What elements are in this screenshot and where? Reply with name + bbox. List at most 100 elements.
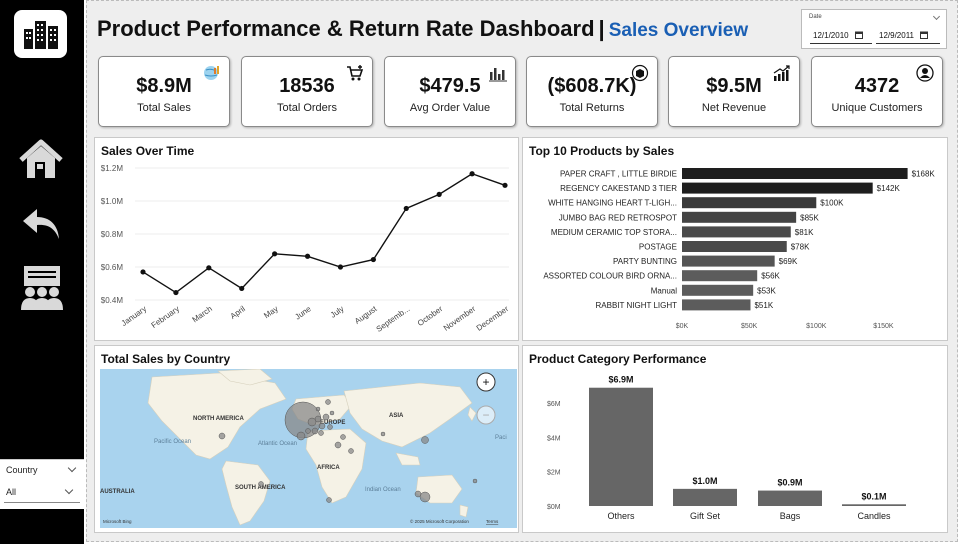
slicer-selected-value[interactable]: All (6, 487, 16, 497)
category-label: Bags (780, 511, 801, 521)
y-tick-label: $4M (547, 435, 561, 442)
data-point (436, 191, 442, 197)
team-presentation-icon (21, 266, 63, 310)
data-point (239, 285, 245, 292)
product-bar (682, 241, 787, 252)
data-label: $142K (877, 184, 901, 193)
kpi-label: Total Sales (137, 102, 191, 114)
y-tick-label: $0.8M (101, 230, 124, 239)
x-tick-label: May (262, 304, 280, 320)
y-tick-label: $0.6M (101, 263, 124, 272)
growth-chart-icon (773, 65, 790, 81)
category-performance-chart[interactable]: $0M $2M $4M $6M $6.9M Others $1.0M Gift Set $0.9… (523, 346, 949, 534)
product-bar (682, 182, 873, 194)
map-label: ASIA (389, 413, 404, 419)
navigation-rail: Country All (0, 0, 84, 544)
product-bar (682, 284, 754, 296)
return-box-icon (631, 64, 649, 82)
globe-chart-icon (204, 66, 219, 80)
kpi-avg-order-value[interactable]: $479.5 Avg Order Value (384, 56, 516, 127)
sales-over-time-chart[interactable]: $0.4M $0.6M $0.8M $1.0M $1.2M January February… (95, 138, 520, 342)
data-point (502, 182, 508, 188)
x-tick-label: April (229, 304, 247, 321)
y-tick-label: $1.2M (101, 164, 124, 173)
data-label: $0.1M (861, 491, 886, 501)
data-label: $85K (800, 213, 819, 222)
home-button[interactable] (16, 137, 66, 183)
sales-over-time-panel: Sales Over Time $0.4M $0.6M $0.8M $1.0M $1.2… (94, 137, 519, 341)
product-bar (682, 226, 791, 238)
product-label: Manual (651, 286, 677, 295)
bar-chart-icon (489, 68, 507, 82)
category-label: Others (607, 511, 635, 521)
data-label: $78K (791, 243, 810, 252)
slicer-title: Country (6, 465, 38, 475)
map-terms-link[interactable]: Terms (486, 519, 499, 524)
data-label: $69K (779, 257, 798, 266)
chevron-down-icon[interactable] (64, 485, 74, 495)
back-button[interactable] (16, 200, 66, 246)
category-label: Candles (857, 511, 891, 521)
product-label: ASSORTED COLOUR BIRD ORNA... (543, 272, 677, 281)
data-point (469, 171, 475, 177)
category-performance-panel: Product Category Performance $0M $2M $4M $6… (522, 345, 948, 533)
data-point (206, 265, 212, 271)
product-bar (682, 168, 908, 179)
kpi-label: Avg Order Value (409, 102, 491, 114)
x-tick-label: November (442, 304, 478, 333)
country-map[interactable]: NORTH AMERICA EUROPE ASIA AFRICA SOUTH A… (100, 369, 517, 528)
category-bar (758, 490, 822, 506)
bing-logo: Microsoft Bing (103, 519, 132, 524)
chevron-down-icon[interactable] (932, 12, 941, 21)
map-label: AFRICA (317, 465, 340, 471)
page-subtitle: Sales Overview (608, 20, 749, 41)
country-slicer[interactable]: Country All (0, 459, 84, 509)
slicer-underline (4, 502, 80, 503)
kpi-total-returns[interactable]: ($608.7K) Total Returns (526, 56, 658, 127)
kpi-unique-customers[interactable]: 4372 Unique Customers (811, 56, 943, 127)
x-tick-label: August (353, 304, 379, 326)
product-label: RABBIT NIGHT LIGHT (596, 301, 678, 310)
kpi-total-sales[interactable]: $8.9M Total Sales (98, 56, 230, 127)
calendar-icon[interactable] (920, 31, 928, 39)
map-label: NORTH AMERICA (193, 416, 244, 422)
dashboard-title: Product Performance & Return Rate Dashbo… (97, 16, 595, 41)
user-circle-icon (916, 64, 934, 82)
data-label: $51K (754, 301, 773, 310)
calendar-icon[interactable] (854, 31, 863, 39)
data-label: $53K (757, 286, 776, 295)
data-point (140, 269, 146, 275)
x-tick-label: $0K (676, 323, 689, 330)
company-logo (14, 10, 67, 58)
end-date-input[interactable]: 12/9/2011 (876, 27, 940, 44)
data-label: $6.9M (608, 375, 633, 385)
x-tick-label: July (329, 304, 346, 320)
title-separator: | (598, 16, 605, 41)
data-label: $81K (795, 228, 814, 237)
map-label: AUSTRALIA (100, 489, 135, 495)
product-label: MEDIUM CERAMIC TOP STORA... (551, 228, 677, 237)
start-date-input[interactable]: 12/1/2010 (810, 27, 872, 44)
kpi-total-orders[interactable]: 18536 Total Orders (241, 56, 373, 127)
product-bar (682, 255, 775, 267)
product-label: PAPER CRAFT , LITTLE BIRDIE (560, 170, 677, 179)
data-point (370, 256, 376, 263)
report-canvas: Product Performance & Return Rate Dashbo… (86, 0, 958, 542)
customers-button[interactable] (16, 265, 66, 311)
ocean-label: Atlantic Ocean (258, 441, 297, 447)
kpi-net-revenue[interactable]: $9.5M Net Revenue (668, 56, 800, 127)
top-products-chart[interactable]: PAPER CRAFT , LITTLE BIRDIE $168K REGENCY … (523, 138, 949, 342)
x-tick-label: Septemb... (375, 304, 412, 334)
product-bar (682, 299, 751, 311)
slicer-expand-icon[interactable] (67, 463, 77, 473)
date-range-slicer[interactable]: Date 12/1/2010 12/9/2011 (801, 9, 947, 49)
data-point (304, 253, 311, 259)
category-bar (842, 504, 906, 506)
start-date-value: 12/1/2010 (813, 30, 849, 40)
data-point (403, 205, 409, 212)
product-label: JUMBO BAG RED RETROSPOT (559, 213, 677, 222)
product-label: WHITE HANGING HEART T-LIGH... (548, 199, 677, 208)
product-label: POSTAGE (639, 243, 677, 252)
data-point (173, 289, 179, 296)
x-tick-label: March (191, 304, 214, 324)
